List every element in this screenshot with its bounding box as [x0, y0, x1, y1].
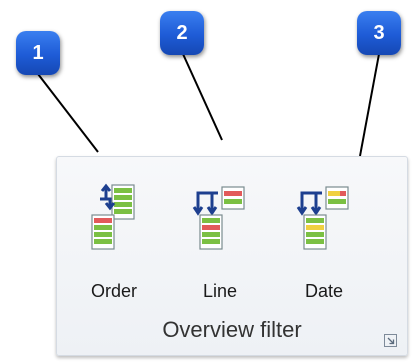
order-button-label: Order [90, 281, 137, 301]
overview-filter-group: Order Line Date Overview filter [56, 156, 408, 356]
line-button-label: Line [202, 281, 238, 301]
line-filter-button[interactable]: Line [177, 175, 263, 317]
line-filter-icon [192, 186, 245, 250]
callout-marker-3: 3 [357, 11, 401, 55]
group-title: Overview filter [162, 317, 302, 342]
date-filter-button[interactable]: Date [281, 175, 367, 317]
date-filter-icon [296, 186, 349, 250]
order-filter-button[interactable]: Order [71, 175, 157, 317]
dialog-launcher-icon[interactable] [384, 334, 397, 347]
date-button-label: Date [304, 281, 344, 301]
callout-marker-1: 1 [16, 31, 60, 75]
order-filter-icon [91, 183, 135, 250]
callout-marker-2: 2 [160, 11, 204, 55]
